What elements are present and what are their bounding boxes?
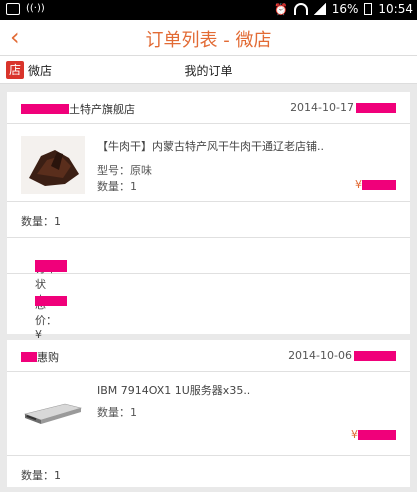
signal-icon [313, 3, 326, 15]
battery-percent: 16% [331, 2, 359, 16]
redaction [356, 102, 396, 113]
page-title: 订单列表 - 微店 [145, 30, 272, 51]
battery-icon [364, 3, 373, 15]
product-title: IBM 7914OX1 1U服务器x35.. [97, 384, 251, 397]
product-item[interactable]: IBM 7914OX1 1U服务器x35.. 数量：1 ¥ [7, 372, 410, 456]
store-name: 惠购 [21, 349, 59, 365]
store-name: 土特产旗舰店 [21, 101, 135, 117]
section-title: 我的订单 [184, 64, 233, 78]
wifi-icon [293, 3, 308, 15]
product-model: 型号：原味 [97, 164, 152, 177]
image-icon [6, 3, 20, 15]
clock: 10:54 [378, 2, 413, 16]
order-card[interactable]: 惠购 2014-10-06 IBM 7914OX1 1U服务器x35.. 数量：… [7, 340, 410, 487]
order-status-row: 订单状态： [7, 238, 410, 307]
product-quantity: 数量：1 [97, 180, 137, 193]
beef-jerky-image [21, 136, 85, 194]
redaction [21, 104, 69, 114]
product-title: 【牛肉干】内蒙古特产风干牛肉干通辽老店铺.. [97, 140, 324, 153]
broadcast-icon: ((·)) [26, 3, 45, 14]
order-card[interactable]: 土特产旗舰店 2014-10-17 【牛肉干】内蒙古特产风干牛肉干通辽老店铺..… [7, 92, 410, 341]
order-header: 土特产旗舰店 2014-10-17 [7, 92, 410, 124]
product-item[interactable]: 【牛肉干】内蒙古特产风干牛肉干通辽老店铺.. 型号：原味 数量：1 ¥ [7, 124, 410, 202]
order-date: 2014-10-17 [290, 101, 396, 114]
order-total-row: 总价：¥ [7, 274, 410, 341]
order-header: 惠购 2014-10-06 [7, 340, 410, 372]
product-price: ¥ [351, 428, 396, 441]
product-price: ¥ [355, 178, 396, 191]
product-quantity: 数量：1 [97, 406, 137, 419]
app-header: ‹ 订单列表 - 微店 [0, 20, 417, 56]
redaction [35, 260, 67, 272]
sub-header: 店 微店 我的订单 [0, 56, 417, 84]
alarm-icon: ⏰ [274, 2, 288, 16]
server-image [21, 384, 85, 442]
redaction [362, 179, 396, 190]
redaction [358, 429, 396, 440]
redaction [354, 350, 396, 361]
status-bar: ((·)) ⏰ 16% 10:54 [0, 0, 417, 20]
redaction [35, 296, 67, 306]
order-date: 2014-10-06 [288, 349, 396, 362]
redaction [21, 352, 37, 362]
order-quantity-row: 数量：1 [7, 202, 410, 238]
